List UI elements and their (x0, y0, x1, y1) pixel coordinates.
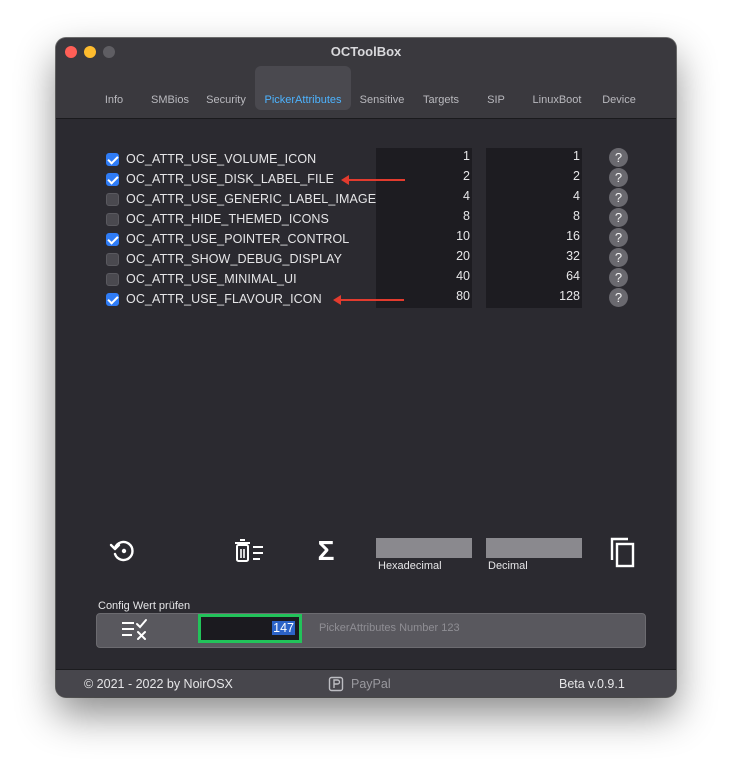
attribute-label: OC_ATTR_USE_POINTER_CONTROL (126, 232, 350, 246)
dec-value: 4 (573, 189, 580, 203)
hex-value: 10 (456, 229, 470, 243)
tab-info[interactable]: Info (94, 66, 134, 110)
hex-value: 40 (456, 269, 470, 283)
tab-device[interactable]: Device (596, 66, 642, 110)
attribute-label: OC_ATTR_USE_FLAVOUR_ICON (126, 292, 322, 306)
attribute-row: OC_ATTR_USE_VOLUME_ICON (106, 150, 406, 170)
attribute-checkbox[interactable] (106, 173, 119, 186)
tab-linuxboot[interactable]: LinuxBoot (524, 66, 590, 110)
attribute-checkbox[interactable] (106, 273, 119, 286)
annotation-arrow (341, 175, 405, 185)
attribute-row: OC_ATTR_HIDE_THEMED_ICONS (106, 210, 406, 230)
tab-targets[interactable]: Targets (414, 66, 468, 110)
config-value-placeholder: PickerAttributes Number 123 (319, 622, 460, 634)
help-button[interactable]: ? (609, 228, 628, 247)
tab-pickerattributes[interactable]: PickerAttributes (255, 66, 351, 110)
hex-value: 4 (463, 189, 470, 203)
help-button[interactable]: ? (609, 208, 628, 227)
help-button[interactable]: ? (609, 248, 628, 267)
version-text: Beta v.0.9.1 (559, 677, 625, 691)
hex-value: 1 (463, 149, 470, 163)
help-button[interactable]: ? (609, 188, 628, 207)
dec-value: 128 (559, 289, 580, 303)
tab-bar: Info SMBios Security PickerAttributes Se… (56, 66, 676, 110)
dec-value: 2 (573, 169, 580, 183)
tab-sensitive[interactable]: Sensitive (354, 66, 410, 110)
hex-value: 8 (463, 209, 470, 223)
attribute-checkbox[interactable] (106, 253, 119, 266)
copyright-text: © 2021 - 2022 by NoirOSX (84, 677, 233, 691)
window-title: OCToolBox (330, 44, 402, 59)
dec-value: 32 (566, 249, 580, 263)
clear-list-icon[interactable] (234, 538, 266, 566)
decimal-field[interactable] (486, 538, 582, 558)
attribute-label: OC_ATTR_USE_MINIMAL_UI (126, 272, 297, 286)
tab-smbios[interactable]: SMBios (142, 66, 198, 110)
help-button[interactable]: ? (609, 168, 628, 187)
attribute-label: OC_ATTR_USE_DISK_LABEL_FILE (126, 172, 335, 186)
attribute-label: OC_ATTR_HIDE_THEMED_ICONS (126, 212, 329, 226)
dec-value: 16 (566, 229, 580, 243)
copy-icon[interactable] (608, 536, 638, 568)
attribute-label: OC_ATTR_USE_GENERIC_LABEL_IMAGE (126, 192, 377, 206)
attribute-row: OC_ATTR_SHOW_DEBUG_DISPLAY (106, 250, 406, 270)
attribute-label: OC_ATTR_USE_VOLUME_ICON (126, 152, 317, 166)
attribute-row: OC_ATTR_USE_POINTER_CONTROL (106, 230, 406, 250)
help-button[interactable]: ? (609, 148, 628, 167)
decimal-label: Decimal (488, 560, 528, 572)
attribute-row: OC_ATTR_USE_GENERIC_LABEL_IMAGE (106, 190, 406, 210)
check-list-icon[interactable] (120, 618, 150, 642)
attribute-checkbox[interactable] (106, 153, 119, 166)
annotation-arrow (333, 295, 404, 305)
tab-security[interactable]: Security (200, 66, 252, 110)
app-window: OCToolBox Info SMBios Security PickerAtt… (56, 38, 676, 697)
hexadecimal-label: Hexadecimal (378, 560, 442, 572)
attribute-label: OC_ATTR_SHOW_DEBUG_DISPLAY (126, 252, 343, 266)
help-button[interactable]: ? (609, 268, 628, 287)
tab-sip[interactable]: SIP (476, 66, 516, 110)
title-bar: OCToolBox Info SMBios Security PickerAtt… (56, 38, 676, 119)
attribute-checkbox[interactable] (106, 213, 119, 226)
help-button[interactable]: ? (609, 288, 628, 307)
attribute-checkbox[interactable] (106, 293, 119, 306)
dec-value: 8 (573, 209, 580, 223)
attribute-row: OC_ATTR_USE_MINIMAL_UI (106, 270, 406, 290)
config-value-text: 147 (272, 621, 295, 635)
dec-value: 1 (573, 149, 580, 163)
paypal-link[interactable]: PayPal (351, 677, 391, 691)
reset-icon[interactable] (108, 536, 138, 566)
sum-icon[interactable]: Σ (311, 534, 341, 568)
hex-value: 20 (456, 249, 470, 263)
attribute-checkbox[interactable] (106, 193, 119, 206)
attribute-checkbox[interactable] (106, 233, 119, 246)
dec-value: 64 (566, 269, 580, 283)
hexadecimal-field[interactable] (376, 538, 472, 558)
footer-bar: © 2021 - 2022 by NoirOSX PayPal Beta v.0… (56, 669, 676, 697)
config-check-title: Config Wert prüfen (98, 600, 191, 612)
paypal-icon[interactable] (328, 676, 344, 692)
config-value-input[interactable]: 147 (198, 614, 302, 643)
